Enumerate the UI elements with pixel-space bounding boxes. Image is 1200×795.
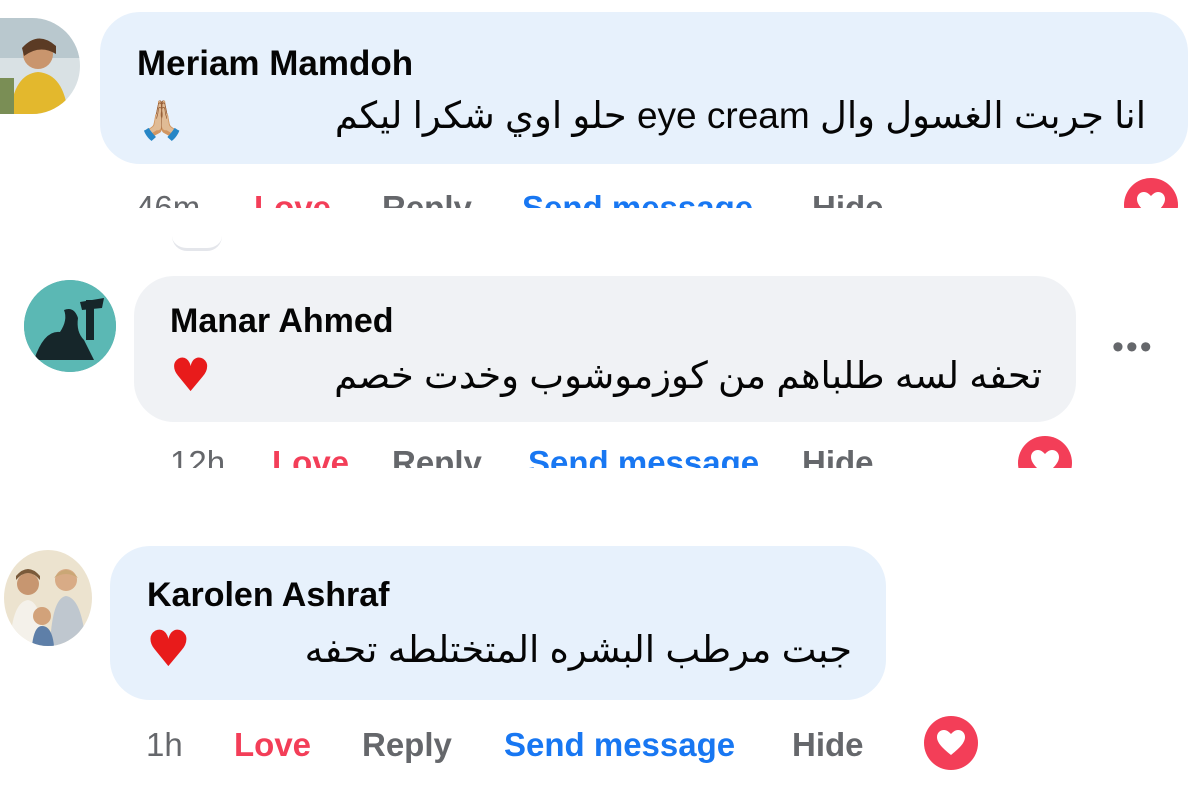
comment-timestamp[interactable]: 46m: [136, 189, 200, 208]
comment-manar: Manar Ahmed ♥ تحفه لسه طلباهم من كوزموشو…: [0, 208, 1200, 468]
comment-author[interactable]: Karolen Ashraf: [147, 576, 389, 615]
hide-button[interactable]: Hide: [812, 189, 884, 208]
avatar[interactable]: [4, 550, 92, 646]
heart-emoji-icon: ♥: [170, 348, 212, 402]
send-message-button[interactable]: Send message: [522, 189, 753, 208]
praying-hands-icon: 🙏🏼: [138, 98, 186, 142]
comment-text: انا جربت الغسول وال eye cream حلو اوي شك…: [334, 95, 1146, 136]
comment-bubble: [134, 276, 1076, 422]
comment-meriam: Meriam Mamdoh 🙏🏼 انا جربت الغسول وال eye…: [0, 0, 1200, 208]
reply-button[interactable]: Reply: [382, 189, 472, 208]
hide-button[interactable]: Hide: [792, 726, 864, 764]
send-message-button[interactable]: Send message: [504, 726, 735, 764]
hide-button[interactable]: Hide: [802, 444, 874, 468]
love-button[interactable]: Love: [234, 726, 311, 764]
avatar[interactable]: [24, 280, 116, 372]
reply-button[interactable]: Reply: [392, 444, 482, 468]
comment-timestamp[interactable]: 1h: [146, 726, 183, 764]
reply-button[interactable]: Reply: [362, 726, 452, 764]
comment-bubble: [110, 546, 886, 700]
comment-karolen: Karolen Ashraf ♥ جبت مرطب البشره المتختل…: [0, 468, 1200, 795]
heart-icon[interactable]: [1124, 178, 1178, 208]
love-button[interactable]: Love: [272, 444, 349, 468]
comment-text: جبت مرطب البشره المتختلطه تحفه: [304, 629, 852, 670]
heart-icon[interactable]: [924, 716, 978, 770]
comment-actions: 46m Love Reply Send message Hide: [0, 185, 1200, 208]
more-options-icon[interactable]: •••: [1112, 328, 1154, 367]
love-button[interactable]: Love: [254, 189, 331, 208]
comments-screenshot: Meriam Mamdoh 🙏🏼 انا جربت الغسول وال eye…: [0, 0, 1200, 795]
send-message-button[interactable]: Send message: [528, 444, 759, 468]
comment-author[interactable]: Meriam Mamdoh: [137, 44, 413, 84]
comment-timestamp[interactable]: 12h: [170, 444, 225, 468]
comment-text: تحفه لسه طلباهم من كوزموشوب وخدت خصم: [334, 355, 1042, 396]
heart-emoji-icon: ♥: [146, 620, 191, 678]
avatar[interactable]: [0, 18, 80, 114]
comment-author[interactable]: Manar Ahmed: [170, 302, 394, 341]
comment-bubble: [100, 12, 1188, 164]
heart-icon[interactable]: [1018, 436, 1072, 468]
divider: [172, 236, 222, 251]
